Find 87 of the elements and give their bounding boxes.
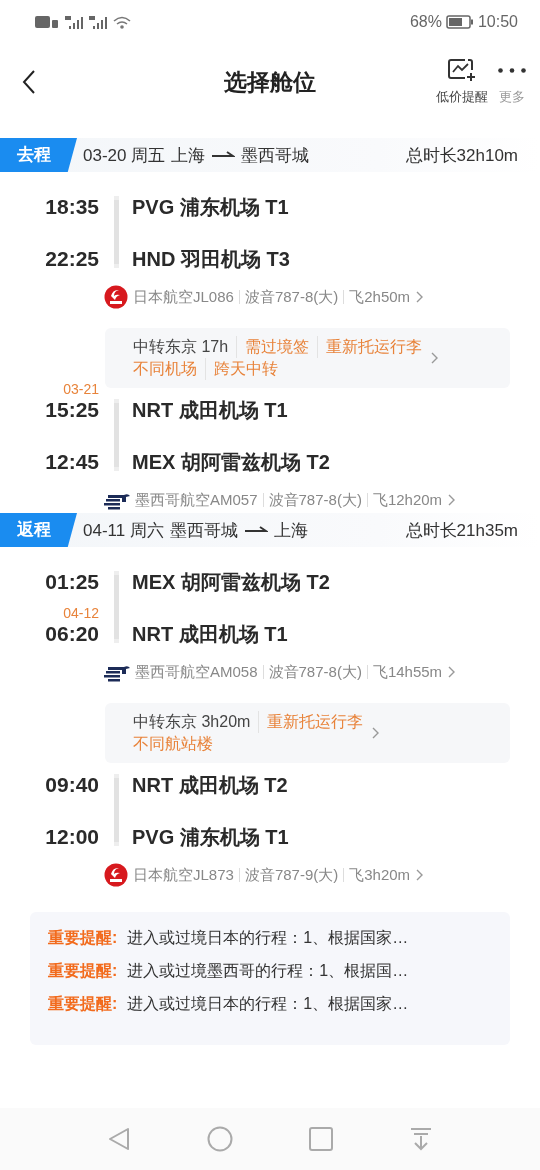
- signal-icon: [89, 15, 107, 29]
- transfer-note: 跨天中转: [205, 358, 286, 380]
- airline-flight: 日本航空JL873: [133, 865, 234, 885]
- arrival-airport: HND 羽田机场 T3: [132, 247, 290, 272]
- timeline-bar: [114, 399, 119, 471]
- notice-label: 重要提醒:: [48, 961, 118, 981]
- chevron-icon: [415, 291, 425, 303]
- timeline-bar: [114, 774, 119, 846]
- day-change-date: 03-21: [63, 381, 99, 397]
- transfer-note: 不同机场: [133, 359, 198, 379]
- flight-info-link[interactable]: 墨西哥航空AM057 波音787-8(大) 飞12h20m: [104, 487, 540, 513]
- arrival-airport: NRT 成田机场 T1: [132, 622, 289, 647]
- flight-info-link[interactable]: 日本航空JL086 波音787-8(大) 飞2h50m: [104, 284, 540, 310]
- flight-info-link[interactable]: 日本航空JL873 波音787-9(大) 飞3h20m: [104, 862, 540, 888]
- departure-airport: NRT 成田机场 T1: [132, 398, 289, 423]
- trip-date: 03-20 周五: [83, 144, 166, 167]
- notice-label: 重要提醒:: [48, 994, 118, 1014]
- flight-duration: 飞12h20m: [372, 490, 443, 510]
- transfer-note: 重新托运行李: [258, 711, 372, 733]
- battery-percent: 68%: [409, 13, 442, 31]
- chevron-icon: [415, 869, 425, 881]
- page-title: 选择舱位: [223, 67, 317, 97]
- arrival-time: 12:00: [45, 824, 99, 850]
- day-change-date: 04-12: [63, 605, 99, 621]
- battery-icon: [445, 15, 474, 29]
- total-duration: 总时长21h35m: [405, 519, 518, 542]
- transfer-info: 中转东京 3h20m: [133, 712, 252, 732]
- departure-time: 01:25: [45, 569, 99, 595]
- notice-label: 重要提醒:: [48, 928, 118, 948]
- arrival-time: 12:45: [45, 449, 99, 475]
- trip-date: 04-11 周六: [83, 519, 164, 542]
- aircraft-type: 波音787-8(大): [268, 662, 362, 682]
- total-duration: 总时长32h10m: [405, 144, 518, 167]
- timeline-bar: [114, 571, 119, 643]
- notification-nav-icon[interactable]: [409, 1127, 432, 1151]
- notice-text[interactable]: 进入或过境日本的行程：1、根据国家…: [127, 994, 409, 1015]
- destination-city: 上海: [273, 519, 308, 542]
- trip-tag: 去程: [0, 138, 77, 172]
- wifi-icon: [113, 15, 131, 29]
- airline-logo: [104, 285, 128, 309]
- transfer-info: 中转东京 17h: [133, 337, 230, 357]
- transfer-note: 需过境签: [236, 336, 318, 358]
- flight-duration: 飞14h55m: [372, 662, 443, 682]
- transfer-card[interactable]: 中转东京 3h20m 重新托运行李 不同航站楼: [105, 703, 510, 763]
- arrival-airport: PVG 浦东机场 T1: [132, 825, 289, 850]
- origin-city: 墨西哥城: [169, 519, 238, 542]
- more-icon: [498, 68, 526, 73]
- aircraft-type: 波音787-8(大): [268, 490, 362, 510]
- arrival-time: 22:25: [45, 246, 99, 272]
- back-icon: [22, 70, 36, 94]
- signal-icon: [65, 15, 83, 29]
- arrival-time: 06:20: [45, 621, 99, 647]
- notice-text[interactable]: 进入或过境日本的行程：1、根据国家…: [127, 928, 409, 949]
- flight-duration: 飞3h20m: [349, 865, 411, 885]
- aircraft-type: 波音787-8(大): [244, 287, 339, 307]
- price-alert-button[interactable]: 低价提醒: [436, 58, 488, 106]
- chevron-icon: [447, 494, 457, 506]
- recents-nav-icon[interactable]: [309, 1127, 334, 1151]
- departure-time: 15:25: [45, 397, 99, 423]
- chart-plus-icon: [448, 58, 476, 82]
- notice-text[interactable]: 进入或过境墨西哥的行程：1、根据国…: [127, 961, 409, 982]
- departure-airport: PVG 浦东机场 T1: [132, 195, 290, 220]
- transfer-note: 不同航站楼: [133, 734, 214, 754]
- chevron-icon: [430, 352, 440, 364]
- chevron-icon: [447, 666, 457, 678]
- timeline-bar: [114, 196, 119, 268]
- departure-airport: MEX 胡阿雷兹机场 T2: [132, 570, 330, 595]
- origin-city: 上海: [171, 144, 206, 167]
- home-nav-icon[interactable]: [206, 1126, 233, 1152]
- transfer-note: 重新托运行李: [317, 336, 431, 358]
- departure-time: 18:35: [45, 194, 99, 220]
- transfer-card[interactable]: 中转东京 17h 需过境签 重新托运行李 不同机场 跨天中转: [105, 328, 510, 388]
- trip-tag: 返程: [0, 513, 77, 547]
- destination-city: 墨西哥城: [241, 144, 310, 167]
- departure-time: 09:40: [45, 772, 99, 798]
- airline-logo: [104, 863, 128, 887]
- airline-flight: 日本航空JL086: [133, 287, 234, 307]
- chevron-icon: [371, 727, 381, 739]
- departure-airport: NRT 成田机场 T2: [132, 773, 289, 798]
- flight-info-link[interactable]: 墨西哥航空AM058 波音787-8(大) 飞14h55m: [104, 659, 540, 685]
- flight-duration: 飞2h50m: [349, 287, 411, 307]
- clock-time: 10:50: [477, 13, 518, 31]
- aircraft-type: 波音787-9(大): [244, 865, 339, 885]
- airline-flight: 墨西哥航空AM057: [135, 490, 258, 510]
- back-nav-icon[interactable]: [108, 1127, 131, 1151]
- airline-flight: 墨西哥航空AM058: [135, 662, 258, 682]
- arrival-airport: MEX 胡阿雷兹机场 T2: [132, 450, 330, 475]
